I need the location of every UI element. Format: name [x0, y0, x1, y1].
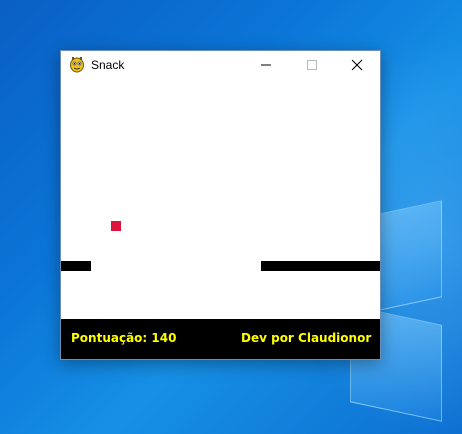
maximize-button[interactable] [289, 51, 335, 79]
maximize-icon [307, 60, 317, 70]
wall-left [61, 261, 91, 271]
food-block [111, 221, 121, 231]
developer-credit: Dev por Claudionor [241, 331, 372, 345]
score-label: Pontuação: 140 [71, 331, 177, 345]
minimize-button[interactable] [243, 51, 289, 79]
close-icon [351, 59, 363, 71]
minimize-icon [261, 64, 271, 66]
window-title: Snack [91, 58, 125, 72]
score-footer: Pontuação: 140 Dev por Claudionor [61, 319, 380, 359]
wall-right [261, 261, 380, 271]
title-bar[interactable]: Snack [61, 51, 380, 79]
snack-window[interactable]: Snack Pontuação: 140 Dev por Claudionor [60, 50, 381, 360]
pygame-snake-icon [69, 56, 85, 73]
game-canvas[interactable] [61, 79, 380, 319]
close-button[interactable] [334, 51, 380, 79]
